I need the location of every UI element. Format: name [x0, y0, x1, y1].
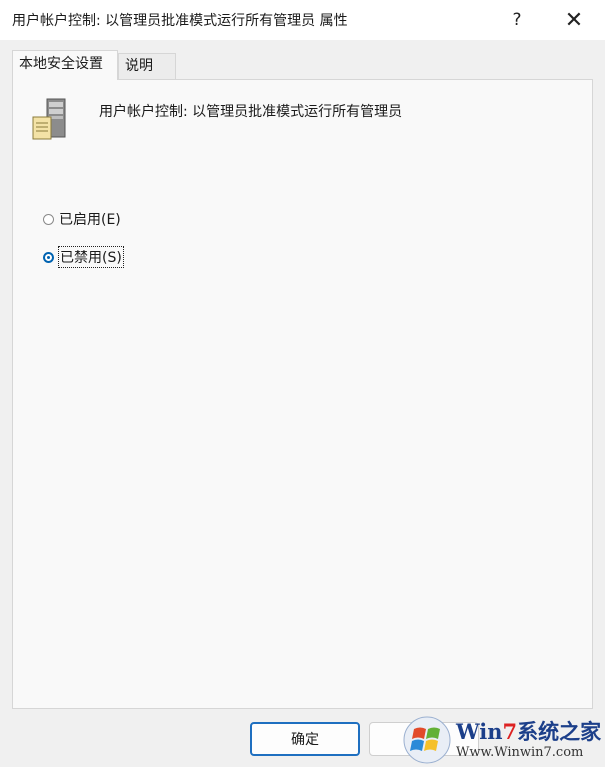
title-bar: 用户帐户控制: 以管理员批准模式运行所有管理员 属性 ? ✕	[0, 0, 605, 40]
tab-local-security-setting[interactable]: 本地安全设置	[12, 50, 118, 80]
tab-explain[interactable]: 说明	[118, 53, 176, 79]
close-button[interactable]: ✕	[551, 0, 597, 40]
watermark-text: Win7系统之家 Www.Winwin7.com	[456, 721, 601, 759]
disabled-label[interactable]: 已禁用(S)	[58, 246, 124, 268]
enabled-label[interactable]: 已启用(E)	[59, 209, 121, 229]
enabled-option[interactable]: 已启用(E)	[43, 209, 121, 229]
policy-name: 用户帐户控制: 以管理员批准模式运行所有管理员	[99, 104, 403, 120]
ok-button[interactable]: 确定	[250, 722, 360, 756]
tab-panel: 用户帐户控制: 以管理员批准模式运行所有管理员	[12, 79, 593, 709]
server-policy-icon	[32, 98, 66, 140]
enabled-radio[interactable]	[43, 213, 54, 225]
disabled-radio[interactable]	[43, 251, 54, 263]
watermark: Win7系统之家 Www.Winwin7.com	[402, 712, 605, 767]
windows-logo-icon	[403, 716, 451, 763]
help-button[interactable]: ?	[494, 0, 540, 40]
watermark-brand: Win7系统之家	[456, 718, 602, 744]
window-title: 用户帐户控制: 以管理员批准模式运行所有管理员 属性	[12, 13, 348, 29]
disabled-option[interactable]: 已禁用(S)	[43, 246, 124, 268]
watermark-url: Www.Winwin7.com	[456, 744, 584, 760]
